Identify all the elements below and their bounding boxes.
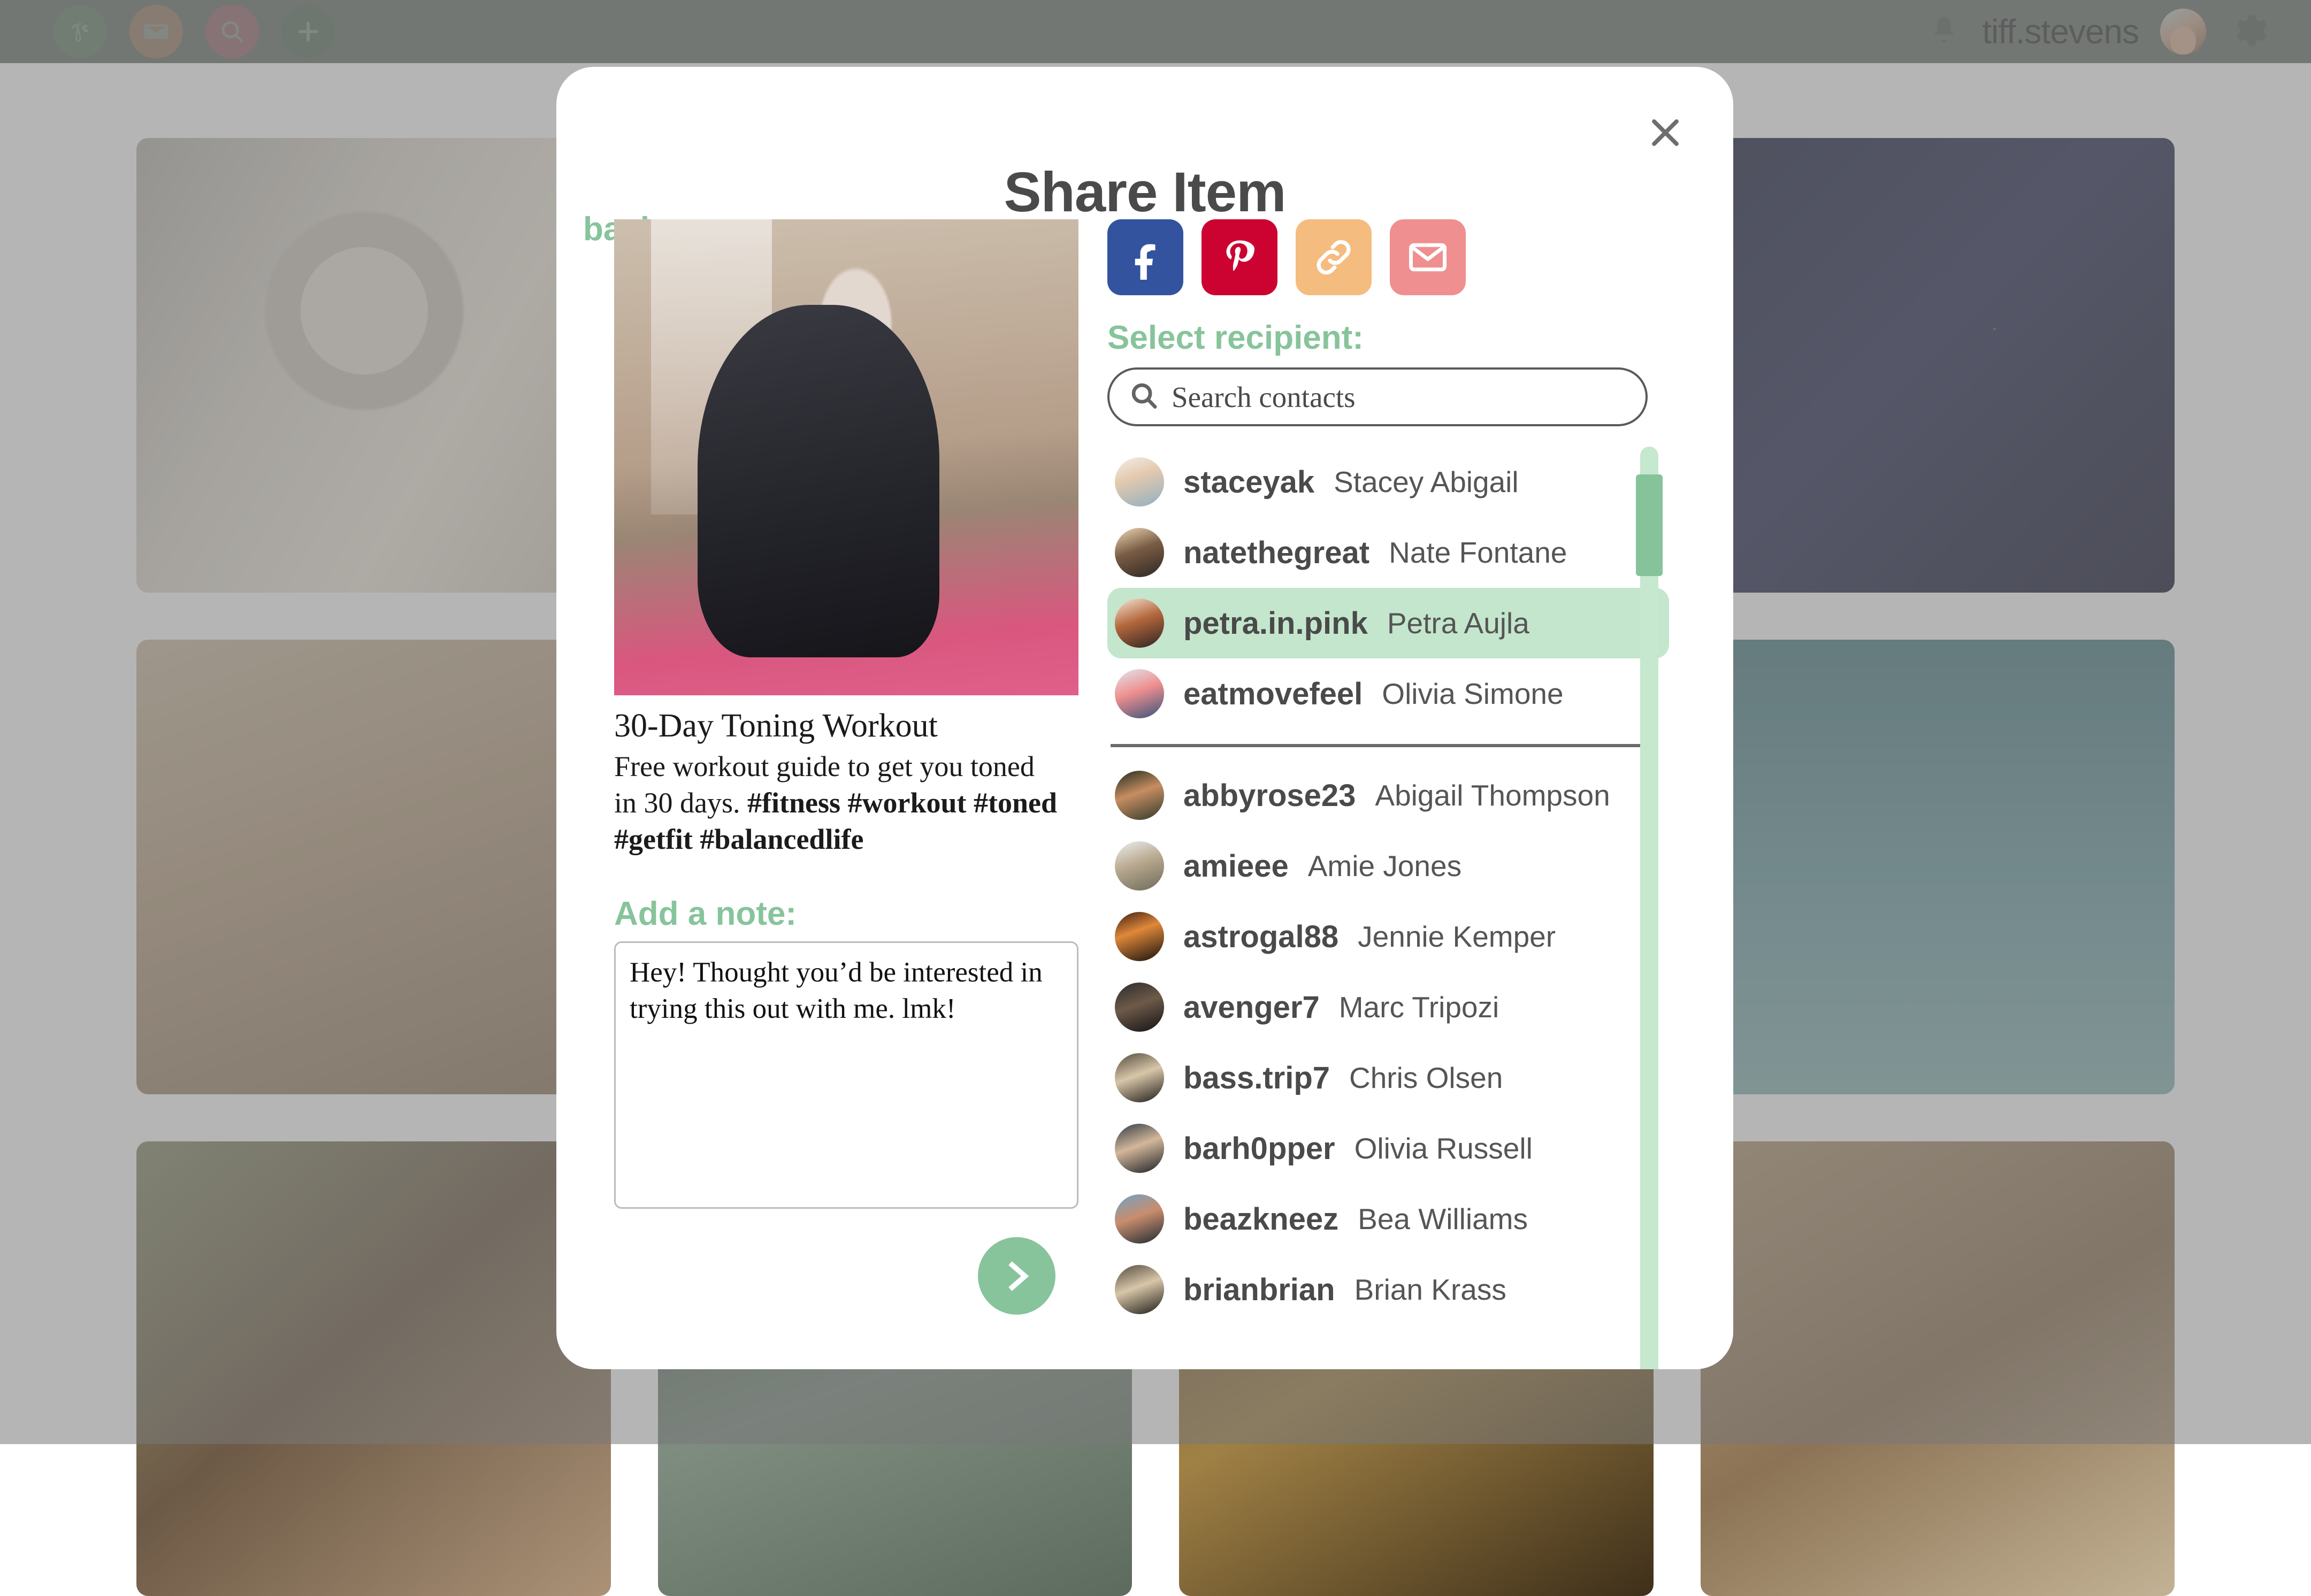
contact-realname: Marc Tripozi [1339,990,1499,1024]
contact-row[interactable]: astrogal88 Jennie Kemper [1107,901,1669,972]
contact-realname: Chris Olsen [1349,1061,1503,1095]
contact-row[interactable]: staceyak Stacey Abigail [1107,447,1669,517]
copy-link-icon[interactable] [1296,219,1372,295]
share-targets-panel: Select recipient: staceyak Stacey Abigail… [1107,219,1696,1369]
avatar [1115,841,1164,891]
contact-handle: natethegreat [1183,535,1369,571]
facebook-icon[interactable] [1107,219,1183,295]
contact-row[interactable]: eatmovefeel Olivia Simone [1107,658,1669,729]
contacts-scrollbar-thumb[interactable] [1636,474,1663,576]
contact-row[interactable]: beazkneez Bea Williams [1107,1184,1669,1254]
contact-row[interactable]: barh0pper Olivia Russell [1107,1113,1669,1184]
contacts-scrollbar[interactable] [1640,447,1658,1369]
contact-realname: Abigail Thompson [1375,778,1610,812]
contact-handle: amieee [1183,848,1289,884]
item-title: 30-Day Toning Workout [614,707,1085,745]
contact-realname: Amie Jones [1308,849,1461,883]
avatar [1115,528,1164,577]
avatar [1115,669,1164,718]
shared-item-preview: 30-Day Toning Workout Free workout guide… [614,219,1085,1315]
contact-realname: Brian Krass [1355,1272,1506,1307]
note-label: Add a note: [614,895,1085,933]
contact-row[interactable]: brianbrian Brian Krass [1107,1254,1669,1325]
avatar [1115,1053,1164,1102]
next-button[interactable] [978,1237,1055,1315]
suggested-contacts: staceyak Stacey Abigail natethegreat Nate F… [1107,447,1669,729]
contact-handle: staceyak [1183,464,1314,500]
contact-handle: barh0pper [1183,1131,1335,1167]
avatar [1115,983,1164,1032]
avatar [1115,912,1164,961]
contact-handle: avenger7 [1183,989,1320,1025]
contact-handle: eatmovefeel [1183,676,1363,712]
avatar [1115,1124,1164,1173]
email-icon[interactable] [1390,219,1466,295]
contact-handle: beazkneez [1183,1201,1338,1237]
pinterest-icon[interactable] [1202,219,1277,295]
search-input[interactable] [1172,380,1616,414]
search-icon [1128,379,1161,415]
item-description: Free workout guide to get you toned in 3… [614,748,1063,857]
contacts-list[interactable]: staceyak Stacey Abigail natethegreat Nate F… [1107,447,1669,1369]
note-input[interactable] [614,941,1078,1209]
contact-row[interactable]: bass.trip7 Chris Olsen [1107,1042,1669,1113]
item-thumbnail[interactable] [614,219,1078,695]
contact-realname: Petra Aujla [1387,606,1529,640]
contact-handle: abbyrose23 [1183,778,1356,814]
select-recipient-label: Select recipient: [1107,319,1696,357]
avatar [1115,771,1164,820]
contact-realname: Bea Williams [1358,1202,1528,1236]
contact-handle: brianbrian [1183,1272,1335,1308]
avatar [1115,1194,1164,1244]
social-share-row [1107,219,1696,295]
contact-row[interactable]: petra.in.pink Petra Aujla [1107,588,1669,658]
contact-realname: Olivia Russell [1355,1131,1533,1165]
search-contacts-field[interactable] [1107,367,1648,426]
all-contacts: abbyrose23 Abigail Thompson amieee Amie Jon… [1107,760,1669,1325]
contact-realname: Olivia Simone [1382,677,1563,711]
share-item-modal: Share Item back 30-Day Toning Workout Fr… [556,67,1733,1369]
page-title: Share Item [556,160,1733,225]
contact-row[interactable]: abbyrose23 Abigail Thompson [1107,760,1669,831]
avatar [1115,598,1164,648]
contact-realname: Jennie Kemper [1358,919,1556,954]
contact-row[interactable]: natethegreat Nate Fontane [1107,517,1669,588]
contact-handle: petra.in.pink [1183,605,1368,641]
contacts-divider [1111,744,1652,747]
avatar [1115,1265,1164,1314]
close-icon[interactable] [1636,103,1695,162]
contact-row[interactable]: avenger7 Marc Tripozi [1107,972,1669,1042]
contact-row[interactable]: amieee Amie Jones [1107,831,1669,901]
avatar [1115,457,1164,507]
contact-realname: Stacey Abigail [1334,465,1519,499]
contact-realname: Nate Fontane [1389,535,1567,570]
contact-handle: astrogal88 [1183,919,1338,955]
contact-handle: bass.trip7 [1183,1060,1330,1096]
